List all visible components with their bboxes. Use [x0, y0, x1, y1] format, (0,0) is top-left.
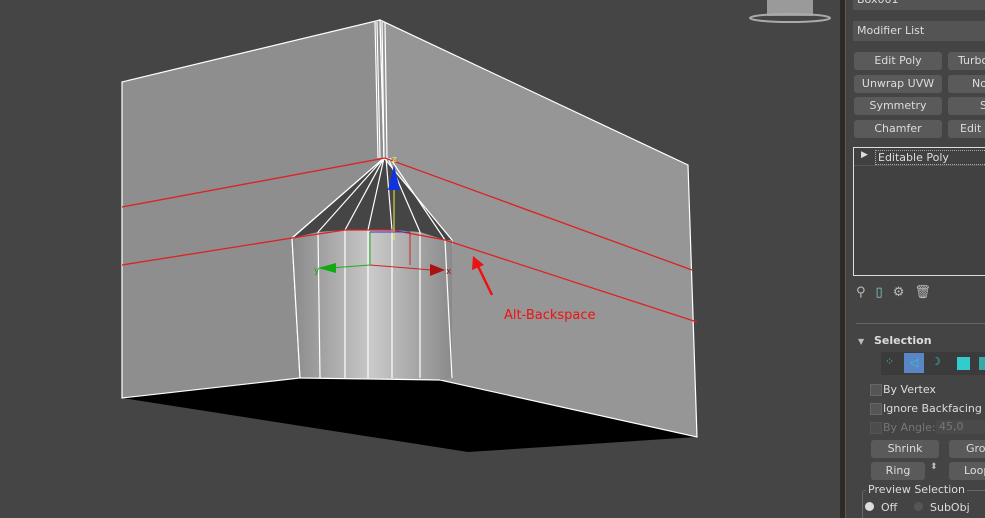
shrink-button[interactable]: Shrink [871, 440, 939, 458]
expand-triangle-icon[interactable]: ▶ [861, 150, 868, 160]
viewport-scene[interactable]: y x z Alt-Backspace [0, 0, 840, 518]
remove-modifier-icon[interactable]: 🗑 [914, 285, 941, 300]
viewport[interactable]: y x z Alt-Backspace [0, 0, 840, 518]
edge-mode-icon[interactable]: ◁ [904, 353, 924, 373]
subobj-radio[interactable] [914, 502, 923, 511]
selection-rollout-header[interactable]: ▼ Selection [858, 334, 932, 347]
gizmo-x-label: x [446, 267, 452, 277]
by-vertex-label: By Vertex [883, 383, 936, 396]
rollout-title: Selection [874, 334, 932, 347]
unwrap-uvw-button[interactable]: Unwrap UVW [854, 75, 942, 93]
ignore-backfacing-checkbox[interactable] [870, 403, 882, 415]
ring-spinner[interactable]: ⬍ [930, 462, 938, 472]
subobj-label: SubObj [930, 501, 970, 514]
stack-toolbar: ⚲▯⚙🗑 [856, 285, 941, 300]
chamfer-button[interactable]: Chamfer [854, 120, 942, 138]
turbosmooth-button[interactable]: TurboSmooth [948, 52, 985, 70]
ignore-backfacing-label: Ignore Backfacing [883, 402, 982, 415]
stack-item-editable-poly[interactable]: ▶ Editable Poly [854, 148, 985, 166]
symmetry-button[interactable]: Symmetry [854, 97, 942, 115]
ring-button[interactable]: Ring [871, 462, 925, 480]
rollout-divider [856, 323, 985, 324]
extruded-face [292, 230, 452, 380]
off-label: Off [881, 501, 898, 514]
pin-stack-icon[interactable]: ⚲ [856, 285, 876, 300]
make-unique-icon[interactable]: ⚙ [893, 285, 915, 300]
element-mode-icon[interactable] [979, 357, 985, 370]
subobject-toolbar: ⁘ ◁ ☽ [881, 352, 985, 375]
gizmo-z-label: z [392, 155, 397, 165]
loop-button[interactable]: Loop [949, 462, 985, 480]
show-end-result-icon[interactable]: ▯ [876, 285, 893, 300]
noise-button[interactable]: Noise [948, 75, 985, 93]
polygon-mode-icon[interactable] [957, 357, 970, 370]
object-name-field[interactable]: Box001 [853, 0, 985, 10]
grow-button[interactable]: Grow [949, 440, 985, 458]
viewcube[interactable] [749, 0, 831, 23]
collapse-triangle-icon: ▼ [858, 337, 865, 346]
vertex-mode-icon[interactable]: ⁘ [885, 355, 894, 368]
stack-item-label: Editable Poly [875, 150, 985, 165]
shell-button[interactable]: Shell [948, 97, 985, 115]
annotation-text: Alt-Backspace [504, 308, 596, 323]
by-vertex-checkbox[interactable] [870, 384, 882, 396]
by-angle-input[interactable]: 45,0 [936, 420, 985, 434]
modifier-list-dropdown[interactable]: Modifier List [853, 21, 985, 41]
off-radio[interactable] [865, 502, 874, 511]
command-panel: Box001 Modifier List Edit Poly TurboSmoo… [846, 0, 985, 518]
preview-selection-label: Preview Selection [866, 483, 968, 496]
edit-normals-button[interactable]: Edit Normals [948, 120, 985, 138]
modifier-stack[interactable]: ▶ Editable Poly [853, 147, 985, 276]
border-mode-icon[interactable]: ☽ [931, 355, 941, 368]
edit-poly-button[interactable]: Edit Poly [854, 52, 942, 70]
by-angle-label: By Angle: [883, 421, 936, 434]
gizmo-y-label: y [314, 266, 320, 276]
by-angle-checkbox[interactable] [870, 422, 882, 434]
